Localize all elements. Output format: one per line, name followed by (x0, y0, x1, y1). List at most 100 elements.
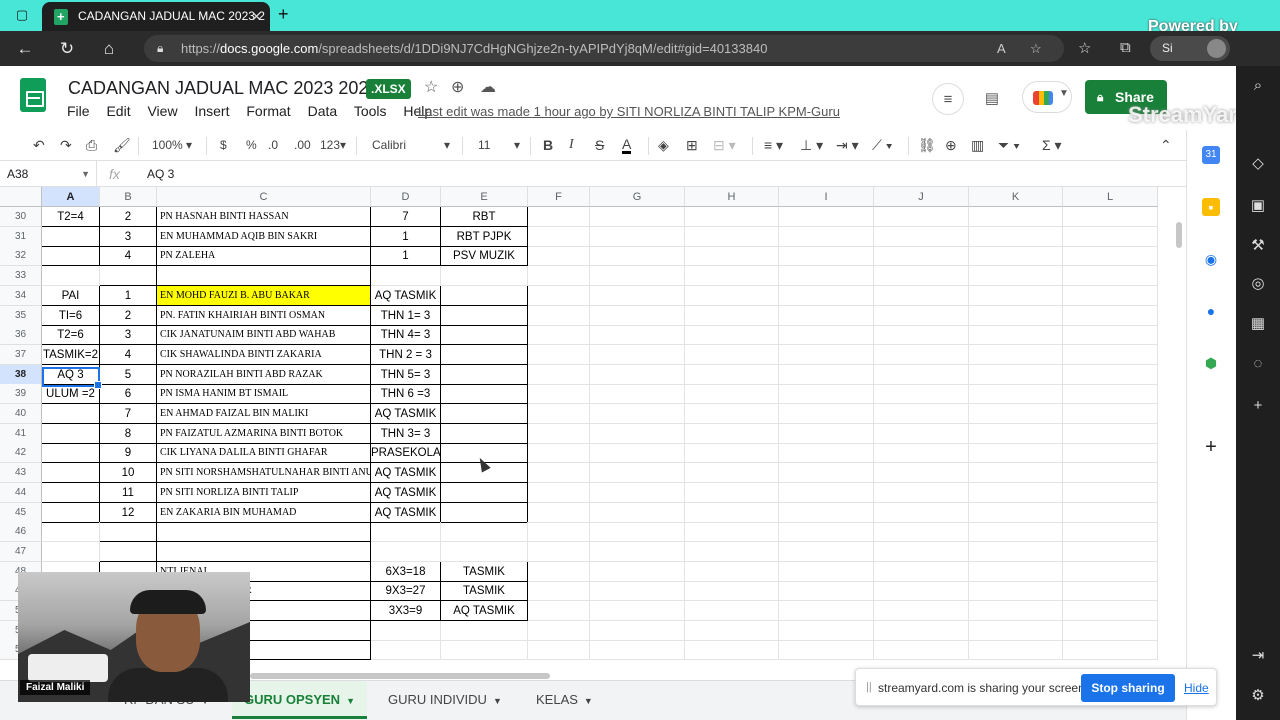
sheets-logo-icon[interactable] (20, 78, 46, 112)
menu-format[interactable]: Format (246, 103, 290, 119)
move-icon[interactable]: ⊕ (451, 77, 464, 97)
cell-k44[interactable] (969, 483, 1063, 503)
column-header-b[interactable]: B (100, 187, 157, 207)
formula-input[interactable]: AQ 3 (147, 161, 174, 187)
tag-icon[interactable]: ◇ (1248, 154, 1268, 174)
outlook-icon[interactable]: ◌ (1248, 354, 1268, 374)
cell-e36[interactable] (441, 325, 528, 345)
new-tab-icon[interactable]: + (278, 4, 289, 25)
cell-j33[interactable] (874, 266, 969, 286)
cell-l41[interactable] (1063, 424, 1158, 444)
cell-j37[interactable] (874, 345, 969, 365)
cell-e46[interactable] (441, 522, 528, 542)
cell-j35[interactable] (874, 306, 969, 326)
decrease-decimal-button[interactable]: .0 (268, 138, 278, 152)
row-header[interactable]: 47 (0, 542, 42, 562)
cell-e38[interactable] (441, 365, 528, 385)
percent-format-button[interactable]: % (246, 138, 257, 152)
text-wrapping-icon[interactable]: ⇥ ▾ (836, 137, 859, 154)
extension-icon[interactable]: ☆ (1030, 35, 1042, 62)
cell-h41[interactable] (685, 424, 779, 444)
cell-d45[interactable]: AQ TASMIK (371, 503, 441, 523)
cell-h50[interactable] (685, 601, 779, 621)
cell-l39[interactable] (1063, 384, 1158, 404)
add-addon-icon[interactable]: + (1202, 437, 1220, 457)
cell-c42[interactable]: CIK LIYANA DALILA BINTI GHAFAR (157, 443, 371, 463)
cell-d50[interactable]: 3X3=9 (371, 601, 441, 621)
cell-a46[interactable] (42, 522, 100, 542)
functions-icon[interactable]: Σ ▾ (1042, 137, 1062, 154)
cell-l47[interactable] (1063, 542, 1158, 562)
row-header[interactable]: 41 (0, 424, 42, 444)
cell-c33[interactable] (157, 266, 371, 286)
cell-a32[interactable] (42, 246, 100, 266)
cell-a33[interactable] (42, 266, 100, 286)
cell-h52[interactable] (685, 640, 779, 660)
cell-i32[interactable] (779, 246, 874, 266)
cell-e51[interactable] (441, 621, 528, 641)
cell-j40[interactable] (874, 404, 969, 424)
cell-c47[interactable] (157, 542, 371, 562)
cell-b31[interactable]: 3 (100, 227, 157, 247)
cell-j39[interactable] (874, 384, 969, 404)
cell-k49[interactable] (969, 581, 1063, 601)
cell-k36[interactable] (969, 325, 1063, 345)
cell-d49[interactable]: 9X3=27 (371, 581, 441, 601)
cell-e31[interactable]: RBT PJPK (441, 227, 528, 247)
row-header[interactable]: 34 (0, 286, 42, 306)
italic-icon[interactable]: I (569, 137, 574, 153)
cell-i34[interactable] (779, 286, 874, 306)
chevron-down-icon[interactable]: ▼ (493, 696, 502, 706)
undo-icon[interactable]: ↶ (33, 137, 45, 154)
star-icon[interactable]: ☆ (424, 77, 438, 97)
cell-g40[interactable] (590, 404, 685, 424)
cell-l33[interactable] (1063, 266, 1158, 286)
cell-k39[interactable] (969, 384, 1063, 404)
cell-d46[interactable] (371, 522, 441, 542)
stop-sharing-button[interactable]: Stop sharing (1081, 674, 1175, 702)
games-icon[interactable]: ◎ (1248, 274, 1268, 294)
cell-h31[interactable] (685, 227, 779, 247)
meet-button[interactable]: ▼ (1022, 81, 1072, 113)
cell-i48[interactable] (779, 562, 874, 582)
cell-c37[interactable]: CIK SHAWALINDA BINTI ZAKARIA (157, 345, 371, 365)
insert-chart-icon[interactable]: ▥ (971, 137, 984, 154)
row-header[interactable]: 32 (0, 246, 42, 266)
cell-g45[interactable] (590, 503, 685, 523)
cell-f39[interactable] (528, 384, 590, 404)
cell-l45[interactable] (1063, 503, 1158, 523)
currency-format-button[interactable]: $ (220, 138, 227, 152)
cell-i39[interactable] (779, 384, 874, 404)
cell-e50[interactable]: AQ TASMIK (441, 601, 528, 621)
cell-l32[interactable] (1063, 246, 1158, 266)
cell-g36[interactable] (590, 325, 685, 345)
cell-a34[interactable]: PAI (42, 286, 100, 306)
reload-icon[interactable]: ↻ (56, 38, 78, 60)
cell-b47[interactable] (100, 542, 157, 562)
print-icon[interactable]: ⎙ (86, 137, 97, 154)
sheet-tab[interactable]: GURU INDIVIDU ▼ (376, 681, 514, 719)
cell-j30[interactable] (874, 207, 969, 227)
cell-b32[interactable]: 4 (100, 246, 157, 266)
cell-f35[interactable] (528, 306, 590, 326)
cell-h39[interactable] (685, 384, 779, 404)
calendar-icon[interactable]: 31 (1202, 146, 1220, 164)
cell-b43[interactable]: 10 (100, 463, 157, 483)
row-header[interactable]: 40 (0, 404, 42, 424)
cell-j45[interactable] (874, 503, 969, 523)
cell-b46[interactable] (100, 522, 157, 542)
cell-h32[interactable] (685, 246, 779, 266)
cell-d52[interactable] (371, 640, 441, 660)
cell-d35[interactable]: THN 1= 3 (371, 306, 441, 326)
cell-i30[interactable] (779, 207, 874, 227)
cell-c34[interactable]: EN MOHD FAUZI B. ABU BAKAR (157, 286, 371, 306)
cell-j49[interactable] (874, 581, 969, 601)
cell-b44[interactable]: 11 (100, 483, 157, 503)
text-color-icon[interactable]: A (622, 137, 632, 154)
column-header-l[interactable]: L (1063, 187, 1158, 207)
cell-c41[interactable]: PN FAIZATUL AZMARINA BINTI BOTOK (157, 424, 371, 444)
tools-icon[interactable]: ⚒ (1248, 236, 1268, 256)
cell-l35[interactable] (1063, 306, 1158, 326)
cell-k48[interactable] (969, 562, 1063, 582)
cell-e48[interactable]: TASMIK (441, 562, 528, 582)
